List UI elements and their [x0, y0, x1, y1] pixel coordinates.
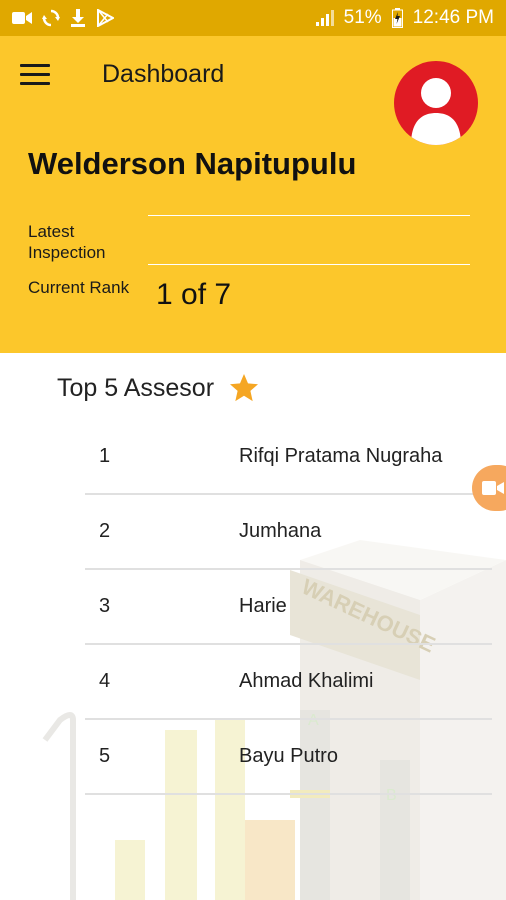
- menu-icon[interactable]: [20, 64, 50, 86]
- assessor-rank: 2: [99, 520, 111, 542]
- video-icon: [12, 11, 32, 25]
- battery-percent: 51%: [343, 7, 382, 28]
- top-assessors-title: Top 5 Assesor: [57, 372, 260, 404]
- list-item[interactable]: 1 Rifqi Pratama Nugraha: [85, 420, 492, 495]
- top-assessors-list: 1 Rifqi Pratama Nugraha 2 Jumhana 3 Hari…: [85, 420, 492, 795]
- dashboard-header: Dashboard Welderson Napitupulu Latest In…: [0, 36, 506, 353]
- battery-icon: [391, 8, 403, 28]
- assessor-name: Harie: [239, 595, 287, 617]
- assessor-rank: 4: [99, 670, 111, 692]
- latest-inspection-value: [148, 264, 470, 265]
- download-icon: [70, 9, 86, 27]
- play-store-icon: [96, 9, 114, 27]
- assessor-name: Ahmad Khalimi: [239, 670, 374, 692]
- latest-inspection-value-line: [148, 215, 470, 216]
- status-bar: 51% 12:46 PM: [0, 0, 506, 36]
- assessor-name: Bayu Putro: [239, 745, 338, 767]
- status-bar-notifications: [12, 9, 114, 27]
- page-title: Dashboard: [102, 60, 225, 88]
- sync-icon: [42, 9, 60, 27]
- list-item[interactable]: 5 Bayu Putro: [85, 720, 492, 795]
- avatar-icon: [411, 78, 461, 145]
- star-icon: [230, 374, 259, 402]
- list-item[interactable]: 4 Ahmad Khalimi: [85, 645, 492, 720]
- latest-inspection-label: Latest Inspection: [28, 222, 106, 262]
- avatar[interactable]: [394, 61, 478, 145]
- assessor-rank: 1: [99, 445, 111, 467]
- current-rank-label: Current Rank: [28, 278, 130, 297]
- assessor-name: Rifqi Pratama Nugraha: [239, 445, 443, 467]
- list-item[interactable]: 2 Jumhana: [85, 495, 492, 570]
- user-name: Welderson Napitupulu: [28, 146, 357, 181]
- status-bar-system: 51% 12:46 PM: [315, 7, 494, 29]
- clock: 12:46 PM: [412, 7, 494, 28]
- assessor-name: Jumhana: [239, 520, 322, 542]
- assessor-rank: 5: [99, 745, 111, 767]
- list-item[interactable]: 3 Harie: [85, 570, 492, 645]
- signal-icon: [315, 10, 334, 26]
- video-call-icon: [482, 481, 504, 495]
- top-assessors-heading: Top 5 Assesor: [57, 373, 215, 402]
- assessor-rank: 3: [99, 595, 111, 617]
- current-rank-value: 1 of 7: [156, 278, 232, 311]
